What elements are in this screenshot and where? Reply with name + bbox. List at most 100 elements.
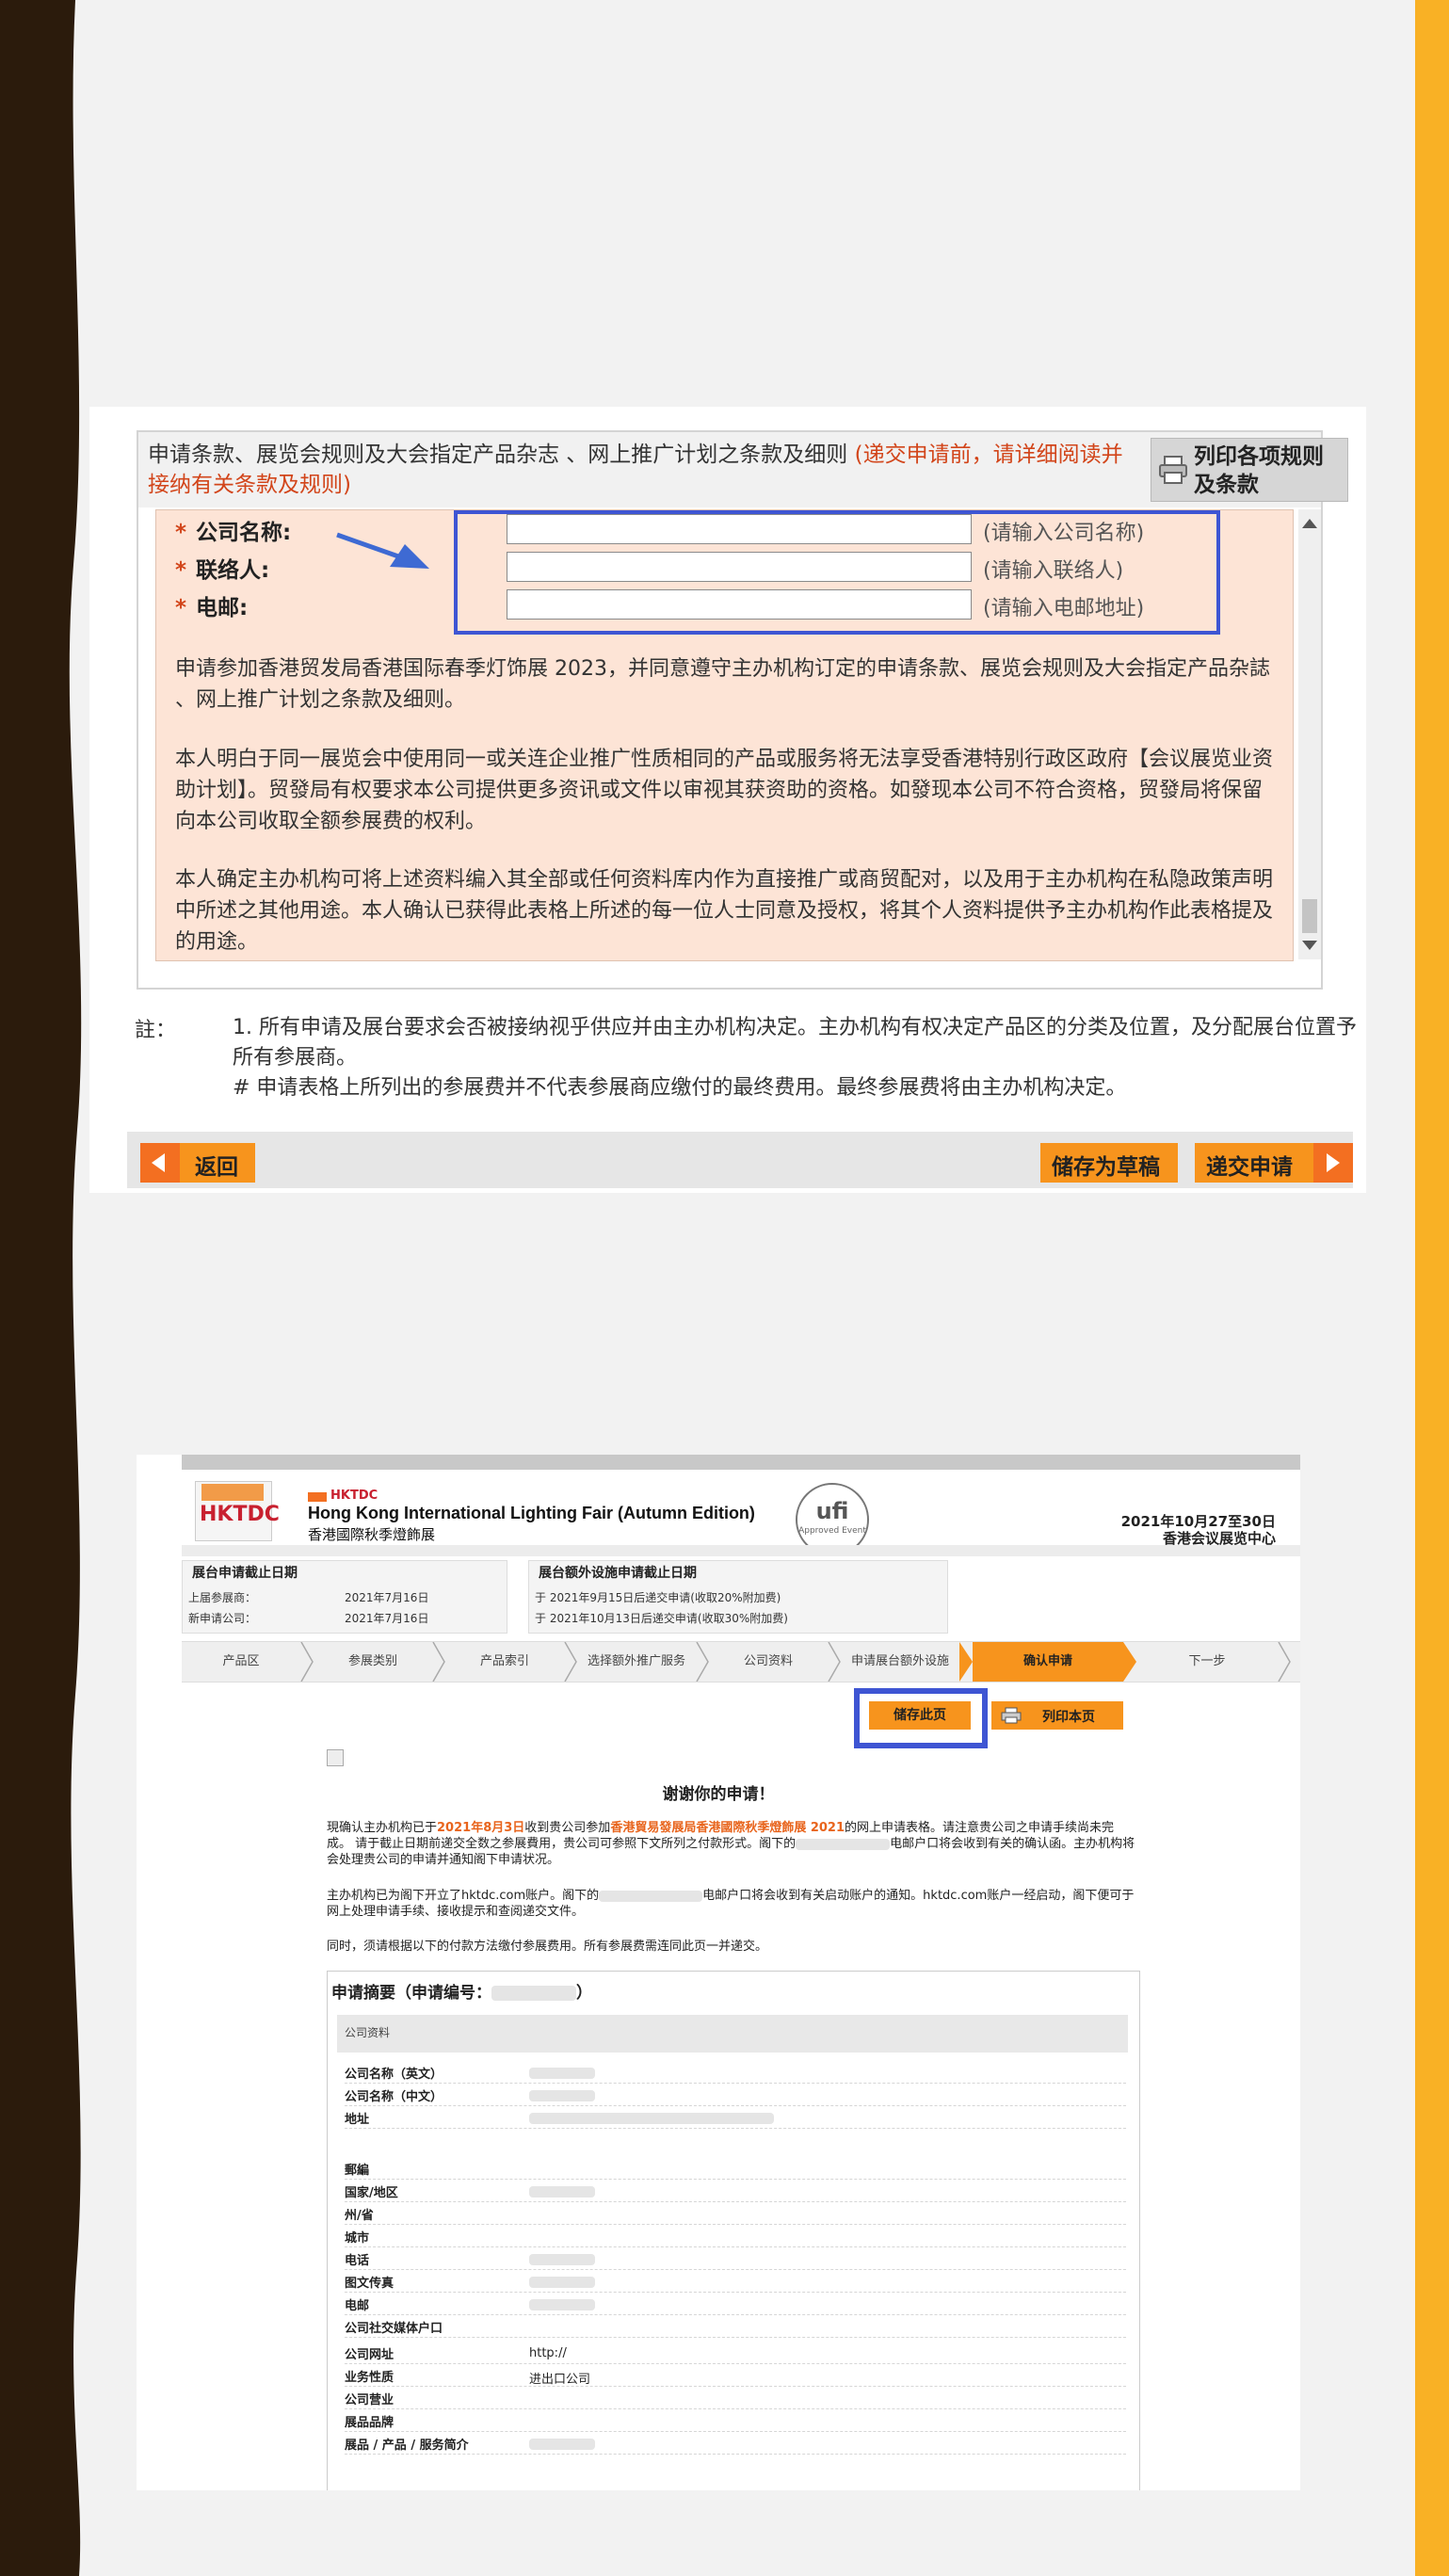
redacted-value <box>529 2113 774 2124</box>
brand-tag: HKTDC <box>330 1489 378 1503</box>
step-exhibitor-category[interactable]: 参展类别 <box>314 1642 432 1682</box>
step-separator-icon <box>564 1642 577 1682</box>
summary-field-row: 公司名称（中文） <box>345 2086 1126 2106</box>
step-extra-facilities[interactable]: 申请展台额外设施 <box>841 1642 959 1682</box>
step-separator-icon <box>959 1642 973 1682</box>
summary-field-row: 电邮 <box>345 2295 1126 2315</box>
printer-icon <box>1001 1707 1022 1724</box>
redacted-value <box>529 2299 595 2310</box>
note-2: # 申请表格上所列出的参展费并不代表参展商应缴付的最终费用。最终参展费将由主办机… <box>233 1076 1127 1100</box>
deadline-row-date: 2021年7月16日 <box>345 1612 429 1625</box>
summary-field-row: 国家/地区 <box>345 2182 1126 2202</box>
back-button[interactable]: 返回 <box>140 1143 255 1183</box>
summary-field-row: 郵編 <box>345 2160 1126 2180</box>
redacted-value <box>529 2439 595 2450</box>
accent-bar <box>1415 0 1449 2576</box>
email-label: * 电邮: <box>175 596 249 620</box>
scroll-up-icon[interactable] <box>1302 519 1317 528</box>
company-name-hint: (请输入公司名称) <box>983 522 1145 545</box>
application-summary: 申请摘要（申请编号：） 公司资料 公司名称（英文） 公司名称（中文） 地址郵編国家/… <box>327 1971 1140 2490</box>
summary-field-row: 业务性质 进出口公司 <box>345 2367 1126 2387</box>
summary-field-row: 公司网址 http:// <box>345 2344 1126 2364</box>
email-hint: (请输入电邮地址) <box>983 597 1145 620</box>
action-bar: 返回 储存为草稿 递交申请 <box>127 1132 1353 1188</box>
extra-deadline-row: 于 2021年10月13日后递交申请(收取30%附加费) <box>535 1612 788 1625</box>
summary-field-row: 图文传真 <box>345 2273 1126 2293</box>
terms-content: * 公司名称: * 联络人: * 电邮: (请输入公司名称) (请输入联络人) (请输… <box>155 509 1294 961</box>
summary-field-row: 州/省 <box>345 2205 1126 2225</box>
broken-image-icon <box>327 1749 344 1766</box>
scroll-thumb[interactable] <box>1302 899 1317 933</box>
summary-field-row: 展品品牌 <box>345 2412 1126 2432</box>
confirmation-paragraph-2: 主办机构已为阁下开立了hktdc.com账户。阁下的 电邮户口将会收到有关启动账户… <box>327 1889 1135 1919</box>
terms-heading-text: 申请条款、展览会规则及大会指定产品杂志 、网上推广计划之条款及细则 <box>148 443 848 467</box>
summary-field-label: 国家/地区 <box>345 2186 398 2200</box>
print-page-button[interactable]: 列印本页 <box>991 1701 1123 1730</box>
scroll-down-icon[interactable] <box>1302 941 1317 950</box>
print-rules-button[interactable]: 列印各项规则及条款 <box>1151 438 1348 502</box>
company-name-label: * 公司名称: <box>175 521 292 545</box>
summary-field-label: 电邮 <box>345 2299 370 2313</box>
submit-button[interactable]: 递交申请 <box>1195 1143 1353 1183</box>
step-product-index[interactable]: 产品索引 <box>445 1642 564 1682</box>
summary-field-value: http:// <box>529 2346 567 2360</box>
submit-arrow-icon <box>1313 1143 1353 1183</box>
step-company-info[interactable]: 公司资料 <box>709 1642 828 1682</box>
back-button-label: 返回 <box>195 1155 238 1180</box>
save-page-button[interactable]: 储存此页 <box>869 1701 971 1730</box>
declaration-paragraph-1: 申请参加香港贸发局香港国际春季灯饰展 2023，并同意遵守主办机构订定的申请条款… <box>175 657 1270 712</box>
booth-deadline-title: 展台申请截止日期 <box>192 1566 298 1581</box>
submit-button-label: 递交申请 <box>1206 1155 1293 1180</box>
redacted-value <box>529 2090 595 2101</box>
extra-deadline-row: 于 2021年9月15日后递交申请(收取20%附加费) <box>535 1591 781 1604</box>
hktdc-logo: HKTDC <box>195 1481 280 1541</box>
email-input[interactable] <box>507 589 972 620</box>
terms-panel: 申请条款、展览会规则及大会指定产品杂志 、网上推广计划之条款及细则 (递交申请前… <box>137 430 1348 990</box>
company-info-section: 公司资料 <box>337 2015 1128 2053</box>
summary-field-label: 业务性质 <box>345 2371 394 2385</box>
decorative-wave-border <box>0 0 82 2576</box>
terms-scrollbar[interactable] <box>1298 509 1321 959</box>
print-rules-label: 列印各项规则及条款 <box>1194 444 1324 497</box>
progress-steps: 产品区 参展类别 产品索引 选择额外推广服务 公司资料 申请展台额外设施 确认申… <box>182 1641 1300 1682</box>
summary-field-label: 州/省 <box>345 2209 374 2223</box>
summary-field-label: 电话 <box>345 2254 370 2268</box>
extra-deadline-title: 展台额外设施申请截止日期 <box>539 1566 697 1581</box>
redacted-value <box>529 2277 595 2288</box>
step-confirm-application[interactable]: 确认申请 <box>973 1642 1123 1682</box>
summary-field-row: 电话 <box>345 2250 1126 2270</box>
redacted-email <box>599 1890 703 1902</box>
step-next[interactable]: 下一步 <box>1136 1642 1278 1682</box>
redacted-value <box>529 2186 595 2198</box>
confirmation-paragraph-1: 現确认主办机构已于2021年8月3日收到贵公司参加香港貿易發展局香港國際秋季燈飾… <box>327 1821 1135 1867</box>
logo-text: HKTDC <box>200 1503 280 1526</box>
header-divider <box>182 1545 1300 1556</box>
thanks-title: 谢谢你的申请！ <box>662 1785 775 1804</box>
step-separator-icon <box>828 1642 841 1682</box>
fair-name-en: Hong Kong International Lighting Fair (A… <box>308 1504 755 1522</box>
company-name-input[interactable] <box>507 514 972 544</box>
contact-person-input[interactable] <box>507 552 972 582</box>
declaration-paragraph-3: 本人确定主办机构可将上述资料编入其全部或任何资料库内作为直接推广或商贸配对，以及… <box>175 868 1274 954</box>
booth-deadline-box: 展台申请截止日期 上届参展商： 2021年7月16日 新申请公司： 2021年7… <box>182 1560 507 1634</box>
terms-header: 申请条款、展览会规则及大会指定产品杂志 、网上推广计划之条款及细则 (递交申请前… <box>138 432 1348 507</box>
step-separator-icon <box>300 1642 314 1682</box>
extra-facilities-deadline-box: 展台额外设施申请截止日期 于 2021年9月15日后递交申请(收取20%附加费)… <box>528 1560 948 1634</box>
contact-person-hint: (请输入联络人) <box>983 559 1124 583</box>
step-separator-icon <box>1278 1642 1291 1682</box>
summary-field-row: 展品 / 产品 / 服务简介 <box>345 2435 1126 2455</box>
save-draft-button[interactable]: 储存为草稿 <box>1040 1143 1178 1183</box>
step-product-zone[interactable]: 产品区 <box>182 1642 300 1682</box>
summary-field-label: 郵編 <box>345 2164 370 2178</box>
logo-emblem <box>201 1484 264 1501</box>
summary-title: 申请摘要（申请编号：） <box>331 1984 592 2003</box>
step-extra-promotion[interactable]: 选择额外推广服务 <box>577 1642 696 1682</box>
step-separator-icon <box>1123 1642 1136 1682</box>
note-1: 1. 所有申请及展台要求会否被接纳视乎供应并由主办机构决定。主办机构有权决定产品… <box>233 1016 1357 1070</box>
summary-field-label: 展品 / 产品 / 服务简介 <box>345 2439 469 2453</box>
redacted-email <box>796 1838 891 1850</box>
redacted-value <box>529 2254 595 2265</box>
summary-field-label: 公司名称（英文） <box>345 2068 443 2082</box>
summary-field-row: 地址 <box>345 2109 1126 2129</box>
declaration-paragraph-2: 本人明白于同一展览会中使用同一或关连企业推广性质相同的产品或服务将无法享受香港特… <box>175 748 1274 833</box>
